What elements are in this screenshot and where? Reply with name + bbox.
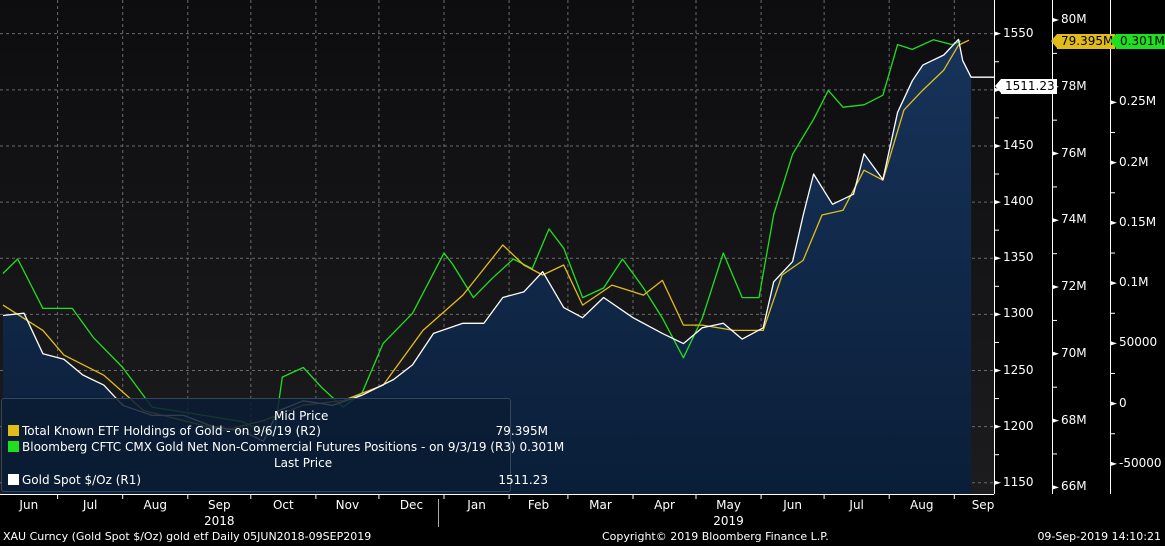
x-tick-label: Jan	[467, 498, 486, 512]
legend-header-last-price: Last Price	[274, 456, 333, 470]
legend-value-cftc: 0.301M	[519, 440, 565, 454]
x-tick-label: Mar	[589, 498, 612, 512]
y-tick-label-R1: 1200	[1003, 418, 1034, 433]
footer-security-info: XAU Curncy (Gold Spot $/Oz) gold etf Dai…	[3, 530, 372, 543]
y-tick-R2	[1053, 418, 1059, 423]
y-tick-label-R3: 0.2M	[1119, 154, 1149, 169]
y-tick-R1	[995, 143, 1001, 148]
x-tick-label: Sep	[971, 498, 995, 512]
legend-swatch-cftc	[8, 441, 19, 452]
y-tick-label-R2: 74M	[1061, 212, 1087, 227]
legend-value-gold-spot: 1511.23	[498, 473, 548, 487]
y-tick-R2	[1053, 285, 1059, 290]
x-tick-label: May	[716, 498, 741, 512]
y-tick-label-R1: 1350	[1003, 250, 1034, 265]
y-tick-label-R2: 70M	[1061, 345, 1087, 360]
gold-spot-last-price-tag: 1511.23	[995, 79, 1057, 94]
y-tick-label-R1: 1250	[1003, 362, 1034, 377]
x-tick-label: Dec	[399, 498, 424, 512]
y-tick-R3	[1111, 401, 1117, 406]
y-tick-label-R1: 1150	[1003, 474, 1034, 489]
x-tick-label: Jun	[19, 498, 39, 512]
y-tick-label-R3: 0.1M	[1119, 275, 1149, 290]
x-tick-label: Aug	[910, 498, 934, 512]
x-year-label: 2019	[713, 514, 744, 528]
x-tick-label: Feb	[527, 498, 550, 512]
y-tick-label-R2: 78M	[1061, 78, 1087, 93]
y-tick-label-R3: 0.25M	[1119, 94, 1157, 109]
y-tick-R1	[995, 256, 1001, 261]
footer-timestamp: 09-Sep-2019 14:10:21	[1037, 530, 1161, 543]
y-tick-label-R1: 1550	[1003, 25, 1034, 40]
x-tick-label: Nov	[335, 498, 360, 512]
x-tick-label: Jul	[849, 498, 864, 512]
y-tick-label-R3: 0.15M	[1119, 214, 1157, 229]
legend-header-mid-price: Mid Price	[274, 409, 329, 423]
legend-label-gold-spot: Gold Spot $/Oz (R1)	[22, 473, 142, 487]
y-tick-R2	[1053, 485, 1059, 490]
y-tick-R3	[1111, 100, 1117, 105]
legend-swatch-etf	[8, 425, 19, 436]
legend-item-gold-spot: Gold Spot $/Oz (R1)	[8, 473, 141, 487]
x-tick-label: Jul	[82, 498, 98, 512]
legend-label-cftc: Bloomberg CFTC CMX Gold Net Non-Commerci…	[22, 440, 516, 454]
legend-swatch-gold-spot	[8, 474, 19, 485]
x-tick-label: Sep	[207, 498, 231, 512]
x-tick-label: Aug	[143, 498, 167, 512]
legend-value-etf: 79.395M	[495, 424, 548, 438]
y-tick-label-R1: 1450	[1003, 137, 1034, 152]
x-tick-label: Oct	[272, 498, 294, 512]
footer-copyright: Copyright© 2019 Bloomberg Finance L.P.	[602, 530, 829, 543]
y-tick-R3	[1111, 281, 1117, 286]
y-tick-R1	[995, 424, 1001, 429]
y-tick-label-R2: 72M	[1061, 279, 1087, 294]
x-tick-label: Jun	[783, 498, 802, 512]
y-tick-R1	[995, 480, 1001, 485]
y-tick-R3	[1111, 461, 1117, 466]
y-tick-R3	[1111, 160, 1117, 165]
y-tick-R1	[995, 368, 1001, 373]
y-tick-label-R2: 66M	[1061, 479, 1087, 494]
legend-label-etf: Total Known ETF Holdings of Gold - on 9/…	[22, 424, 321, 438]
y-tick-label-R1: 1300	[1003, 306, 1034, 321]
cftc-positions-last-tag: 0.301M	[1110, 34, 1165, 49]
legend-item-etf: Total Known ETF Holdings of Gold - on 9/…	[8, 424, 321, 438]
y-tick-label-R2: 68M	[1061, 412, 1087, 427]
y-tick-R2	[1053, 351, 1059, 356]
y-tick-label-R2: 76M	[1061, 145, 1087, 160]
chart-legend: Mid Price Total Known ETF Holdings of Go…	[1, 398, 564, 492]
y-tick-R1	[995, 200, 1001, 205]
y-tick-label-R3: 0	[1119, 395, 1127, 410]
legend-item-cftc: Bloomberg CFTC CMX Gold Net Non-Commerci…	[8, 440, 564, 454]
y-tick-R1	[995, 31, 1001, 36]
y-tick-label-R1: 1400	[1003, 194, 1034, 209]
etf-holdings-last-tag: 79.395M	[1050, 34, 1116, 49]
x-year-label: 2018	[204, 514, 235, 528]
x-tick-label: Apr	[654, 498, 675, 512]
y-tick-label-R3: 50000	[1119, 335, 1158, 350]
y-tick-R1	[995, 312, 1001, 317]
y-tick-label-R2: 80M	[1061, 12, 1087, 27]
y-tick-R3	[1111, 220, 1117, 225]
y-tick-R2	[1053, 18, 1059, 23]
y-tick-R2	[1053, 218, 1059, 223]
y-tick-label-R3: -50000	[1119, 455, 1162, 470]
y-tick-R2	[1053, 151, 1059, 156]
y-tick-R3	[1111, 341, 1117, 346]
